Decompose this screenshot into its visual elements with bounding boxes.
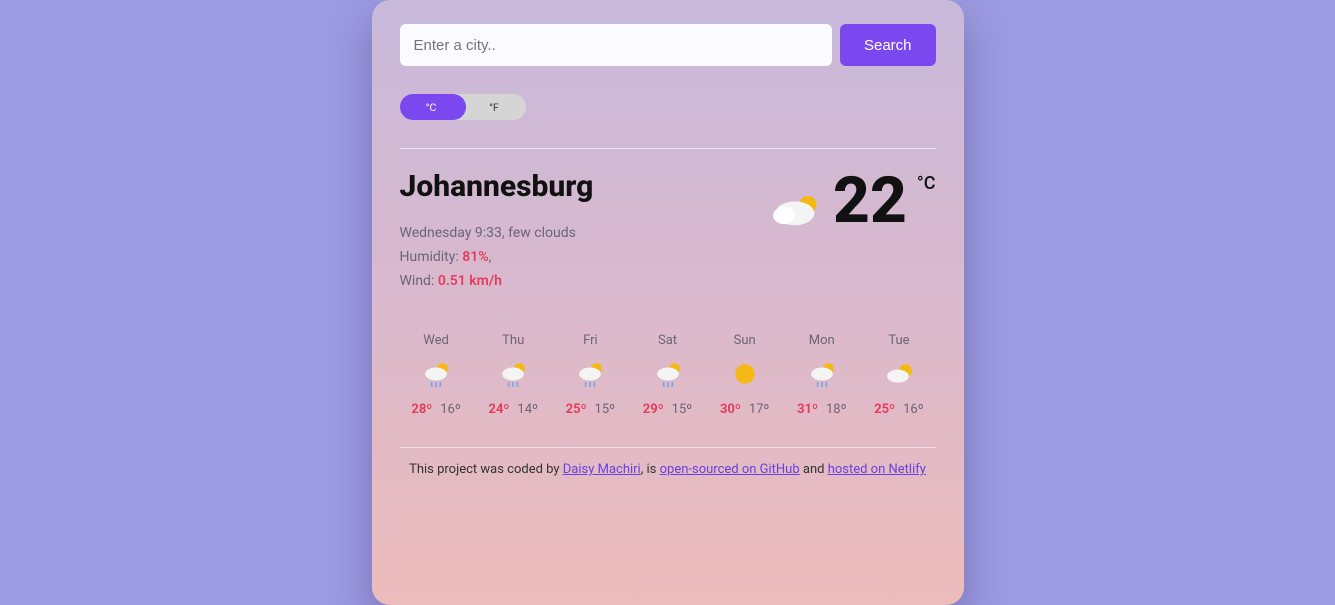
current-weather: Johannesburg Wednesday 9:33, few clouds …	[400, 169, 936, 293]
forecast-hi: 30º	[720, 402, 741, 417]
github-link[interactable]: open-sourced on GitHub	[660, 462, 800, 477]
forecast-day-name: Mon	[787, 333, 856, 348]
forecast-lo: 16º	[440, 402, 461, 417]
forecast-day: Thu 24º 14º	[479, 333, 548, 417]
weather-card: Search °C °F Johannesburg Wednesday 9:33…	[372, 0, 964, 605]
forecast-hi: 29º	[643, 402, 664, 417]
forecast-temps: 30º 17º	[710, 402, 779, 417]
rain-sun-icon	[787, 358, 856, 390]
dateline: Wednesday 9:33, few clouds	[400, 222, 594, 246]
wind-line: Wind: 0.51 km/h	[400, 270, 594, 294]
footer: This project was coded by Daisy Machiri,…	[400, 462, 936, 477]
rain-sun-icon	[479, 358, 548, 390]
humidity-value: 81%	[462, 249, 488, 265]
city-search-input[interactable]	[400, 24, 832, 66]
forecast-day: Sat 29º 15º	[633, 333, 702, 417]
wind-value: 0.51 km/h	[438, 273, 502, 289]
humidity-label: Humidity:	[400, 249, 463, 265]
forecast-day-name: Wed	[402, 333, 471, 348]
city-block: Johannesburg Wednesday 9:33, few clouds …	[400, 169, 594, 293]
forecast-temps: 25º 16º	[864, 402, 933, 417]
forecast-day: Fri 25º 15º	[556, 333, 625, 417]
humidity-line: Humidity: 81%,	[400, 246, 594, 270]
forecast-lo: 14º	[517, 402, 538, 417]
forecast-day: Wed 28º 16º	[402, 333, 471, 417]
cloud-sun-icon	[771, 189, 823, 233]
forecast-row: Wed 28º 16º Thu 24º 14º Fri 25º 15º Sat 29º 15º Sun 3…	[400, 333, 936, 417]
forecast-lo: 18º	[826, 402, 847, 417]
partly-icon	[864, 358, 933, 390]
temp-block: 22 °C	[771, 169, 935, 233]
divider	[400, 148, 936, 149]
forecast-day-name: Thu	[479, 333, 548, 348]
unit-celsius[interactable]: °C	[400, 101, 463, 114]
city-name: Johannesburg	[400, 169, 594, 204]
forecast-temps: 29º 15º	[633, 402, 702, 417]
rain-sun-icon	[556, 358, 625, 390]
rain-sun-icon	[633, 358, 702, 390]
forecast-hi: 25º	[566, 402, 587, 417]
forecast-lo: 17º	[749, 402, 770, 417]
forecast-day-name: Tue	[864, 333, 933, 348]
unit-toggle[interactable]: °C °F	[400, 94, 526, 120]
forecast-temps: 25º 15º	[556, 402, 625, 417]
forecast-hi: 25º	[874, 402, 895, 417]
forecast-hi: 24º	[489, 402, 510, 417]
forecast-day: Mon 31º 18º	[787, 333, 856, 417]
current-temp-unit: °C	[917, 173, 936, 194]
footer-prefix: This project was coded by	[409, 462, 563, 477]
unit-fahrenheit[interactable]: °F	[463, 101, 526, 114]
forecast-lo: 15º	[595, 402, 616, 417]
forecast-day-name: Fri	[556, 333, 625, 348]
rain-sun-icon	[402, 358, 471, 390]
forecast-day-name: Sun	[710, 333, 779, 348]
forecast-day: Tue 25º 16º	[864, 333, 933, 417]
forecast-temps: 28º 16º	[402, 402, 471, 417]
forecast-temps: 31º 18º	[787, 402, 856, 417]
netlify-link[interactable]: hosted on Netlify	[828, 462, 926, 477]
search-row: Search	[400, 24, 936, 66]
forecast-day-name: Sat	[633, 333, 702, 348]
forecast-lo: 15º	[672, 402, 693, 417]
forecast-lo: 16º	[903, 402, 924, 417]
current-temp: 22	[833, 169, 907, 233]
footer-divider	[400, 447, 936, 448]
sun-icon	[710, 358, 779, 390]
wind-label: Wind:	[400, 273, 438, 289]
search-button[interactable]: Search	[840, 24, 936, 66]
forecast-temps: 24º 14º	[479, 402, 548, 417]
forecast-day: Sun 30º 17º	[710, 333, 779, 417]
author-link[interactable]: Daisy Machiri	[563, 462, 641, 477]
forecast-hi: 28º	[411, 402, 432, 417]
forecast-hi: 31º	[797, 402, 818, 417]
